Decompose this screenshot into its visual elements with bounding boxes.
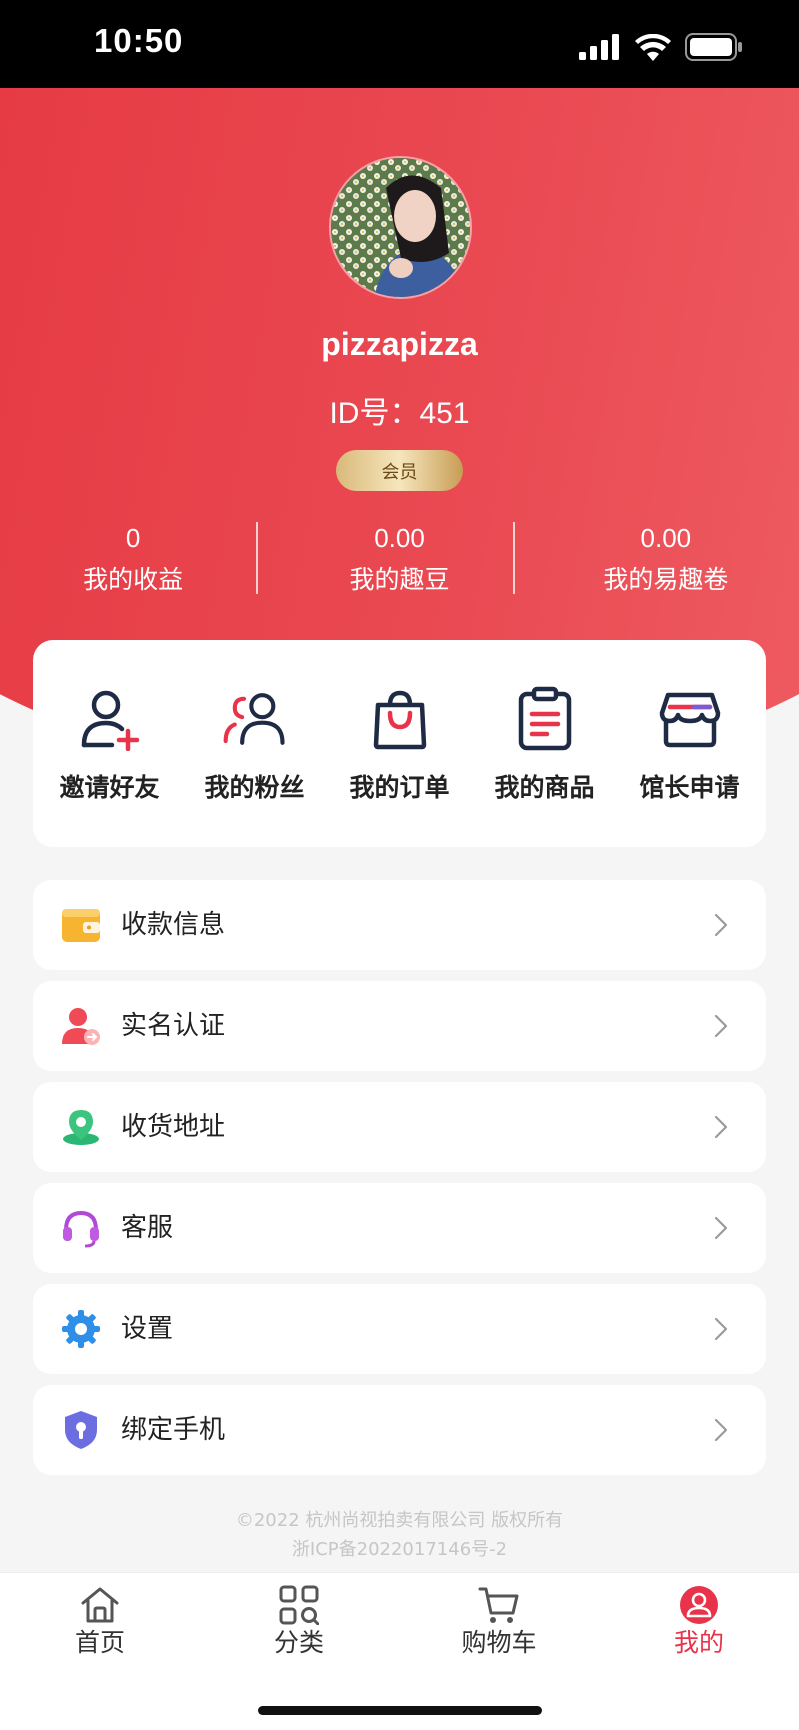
quick-action-label: 我的商品 [494,773,595,802]
chevron-right-icon [714,1216,728,1240]
menu-bind-phone[interactable]: 绑定手机 [33,1385,766,1475]
chevron-right-icon [714,1317,728,1341]
menu-shipping-address[interactable]: 收货地址 [33,1082,766,1172]
tab-home[interactable]: 首页 [40,1585,160,1659]
tab-category[interactable]: 分类 [239,1585,359,1659]
tab-label: 购物车 [461,1628,537,1657]
shopping-bag-icon [373,690,426,750]
wifi-icon [635,33,671,61]
invite-user-icon [81,690,139,751]
stat-coupons[interactable]: 0.00 我的易趣卷 [533,520,799,600]
category-icon [279,1585,319,1625]
quick-action-label: 我的粉丝 [204,773,305,802]
avatar[interactable] [329,156,472,299]
menu-label: 实名认证 [121,1011,226,1041]
headset-icon [63,1210,99,1248]
chevron-right-icon [714,1115,728,1139]
menu-real-name-verification[interactable]: 实名认证 [33,981,766,1071]
signal-icon [579,34,619,60]
stats-row: 0 我的收益 0.00 我的趣豆 0.00 我的易趣卷 [0,520,799,600]
footer: ©2022 杭州尚视拍卖有限公司 版权所有 浙ICP备2022017146号-2 [0,1506,799,1564]
stat-earnings[interactable]: 0 我的收益 [0,520,266,600]
tab-cart[interactable]: 购物车 [439,1585,559,1659]
profile-icon [680,1586,718,1624]
store-icon [659,692,720,748]
clipboard-list-icon [518,686,571,751]
chevron-right-icon [714,1014,728,1038]
menu-settings[interactable]: 设置 [33,1284,766,1374]
username: pizzapizza [321,326,478,362]
quick-action-my-fans[interactable]: 我的粉丝 [182,640,327,847]
stat-label: 我的收益 [83,565,184,594]
stat-value: 0.00 [374,523,425,553]
battery-icon [685,33,742,61]
shield-lock-icon [65,1411,97,1449]
user-id: ID号：451 [329,397,470,430]
menu-customer-service[interactable]: 客服 [33,1183,766,1273]
menu-label: 收款信息 [121,910,226,940]
chevron-right-icon [714,913,728,937]
stat-label: 我的易趣卷 [603,565,729,594]
tab-label: 分类 [273,1628,324,1657]
stat-divider [513,522,515,594]
stat-label: 我的趣豆 [349,565,450,594]
menu-payment-info[interactable]: 收款信息 [33,880,766,970]
quick-action-label: 我的订单 [349,773,450,802]
icp-text[interactable]: 浙ICP备2022017146号-2 [0,1535,799,1564]
quick-action-my-products[interactable]: 我的商品 [472,640,617,847]
quick-action-curator-application[interactable]: 馆长申请 [617,640,762,847]
status-icons [579,32,743,62]
copyright-text: ©2022 杭州尚视拍卖有限公司 版权所有 [235,1510,564,1531]
cart-icon [478,1587,519,1623]
settings-gear-icon [62,1310,100,1348]
tab-mine[interactable]: 我的 [639,1585,759,1659]
tab-label: 我的 [673,1628,724,1657]
chevron-right-icon [714,1418,728,1442]
quick-actions-card: 邀请好友 我的粉丝 我的订单 我的商品 馆长申请 [33,640,766,847]
stat-value: 0.00 [640,523,692,553]
quick-action-invite-friends[interactable]: 邀请好友 [37,640,182,847]
quick-action-my-orders[interactable]: 我的订单 [327,640,472,847]
home-icon [81,1587,119,1623]
stat-value: 0 [125,523,141,553]
member-badge: 会员 [336,450,463,491]
menu-label: 设置 [121,1314,174,1344]
stat-divider [256,522,258,594]
tab-label: 首页 [74,1628,125,1657]
menu-label: 绑定手机 [121,1415,226,1445]
location-icon [63,1110,99,1145]
menu-label: 客服 [121,1213,174,1243]
home-indicator[interactable] [258,1706,542,1715]
stat-fun-beans[interactable]: 0.00 我的趣豆 [266,520,532,600]
menu-label: 收货地址 [121,1112,226,1142]
status-bar: 10:50 [0,0,799,88]
status-time: 10:50 [94,22,184,59]
wallet-icon [62,909,100,942]
quick-action-label: 馆长申请 [639,773,740,802]
fans-icon [223,693,285,745]
quick-action-label: 邀请好友 [59,773,160,802]
user-verify-icon [62,1008,100,1045]
